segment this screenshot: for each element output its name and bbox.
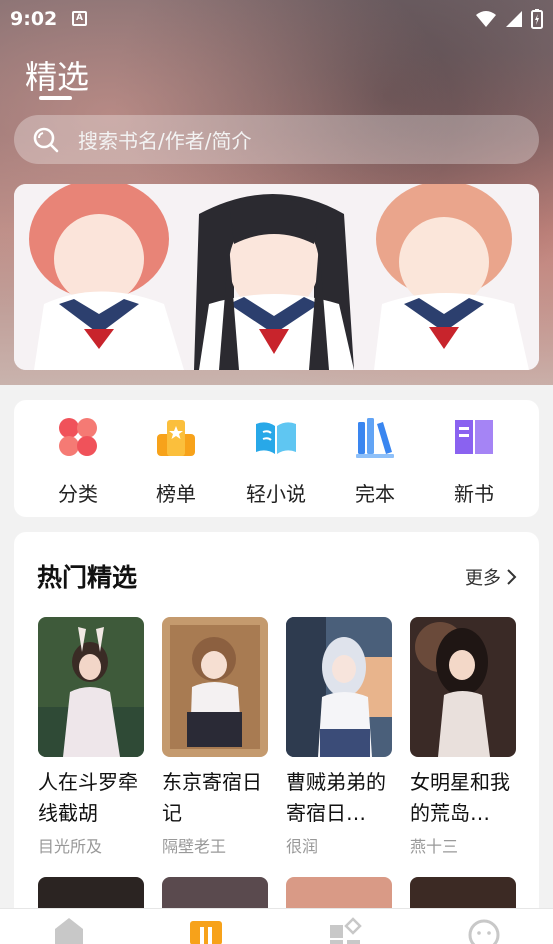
status-bar: 9:02 A — [0, 0, 553, 38]
category-item-bangdan[interactable]: 榜单 — [141, 414, 211, 507]
book-item[interactable]: 东京寄宿日记 隔壁老王 — [162, 617, 268, 857]
bookstore-icon[interactable] — [188, 915, 224, 944]
more-label: 更多 — [465, 568, 501, 589]
banner-illustration — [14, 184, 539, 370]
new-book-icon — [455, 420, 493, 454]
title-underline — [39, 96, 72, 100]
more-link[interactable]: 更多 — [465, 564, 517, 590]
page-title: 精选 — [25, 58, 90, 96]
profile-icon[interactable] — [466, 915, 502, 944]
battery-icon — [531, 9, 543, 29]
search-bar[interactable]: 搜索书名/作者/简介 — [14, 115, 539, 164]
category-label: 分类 — [58, 482, 98, 506]
category-label: 榜单 — [156, 482, 196, 506]
book-title: 曹贼弟弟的寄宿日… — [286, 770, 386, 825]
category-grid-icon[interactable] — [327, 915, 363, 944]
banner-carousel[interactable] — [14, 184, 539, 370]
books-icon — [356, 418, 394, 458]
book-author: 很润 — [286, 837, 319, 856]
status-time: 9:02 — [10, 8, 58, 30]
status-icons — [475, 9, 543, 29]
hot-picks-card: 热门精选 更多 人在斗罗牵线截胡 目光所及 东京寄宿日记 隔壁老王 曹贼弟弟的寄… — [14, 532, 539, 944]
signal-icon — [506, 11, 522, 27]
category-item-qingxiaoshuo[interactable]: 轻小说 — [241, 414, 311, 507]
book-item[interactable]: 女明星和我的荒岛… 燕十三 — [410, 617, 516, 857]
book-cover — [162, 617, 268, 757]
chevron-right-icon — [507, 569, 517, 585]
book-title: 东京寄宿日记 — [162, 770, 262, 825]
section-title: 热门精选 — [37, 563, 138, 592]
category-item-xinshu[interactable]: 新书 — [439, 414, 509, 507]
bottom-tab-bar — [0, 908, 553, 944]
search-icon — [33, 127, 59, 152]
search-placeholder: 搜索书名/作者/简介 — [78, 129, 252, 153]
book-author: 燕十三 — [410, 837, 459, 856]
book-author: 隔壁老王 — [162, 837, 227, 856]
book-item[interactable]: 曹贼弟弟的寄宿日… 很润 — [286, 617, 392, 857]
category-item-fenlei[interactable]: 分类 — [43, 414, 113, 507]
category-label: 完本 — [355, 482, 395, 506]
book-title: 女明星和我的荒岛… — [410, 770, 510, 825]
category-item-wanben[interactable]: 完本 — [340, 414, 410, 507]
book-item[interactable]: 人在斗罗牵线截胡 目光所及 — [38, 617, 144, 857]
open-book-icon — [256, 422, 296, 454]
wifi-icon — [476, 11, 496, 27]
clover-icon — [59, 418, 97, 456]
book-title: 人在斗罗牵线截胡 — [38, 770, 138, 825]
notification-a-icon: A — [72, 11, 87, 26]
book-cover — [286, 617, 392, 757]
category-label: 新书 — [454, 482, 494, 506]
category-label: 轻小说 — [246, 482, 306, 506]
book-cover — [38, 617, 144, 757]
category-card: 分类 榜单 轻小说 完本 新书 — [14, 400, 539, 517]
book-author: 目光所及 — [38, 837, 103, 856]
book-cover — [410, 617, 516, 757]
ranking-icon — [157, 420, 195, 456]
home-icon[interactable] — [51, 915, 87, 944]
